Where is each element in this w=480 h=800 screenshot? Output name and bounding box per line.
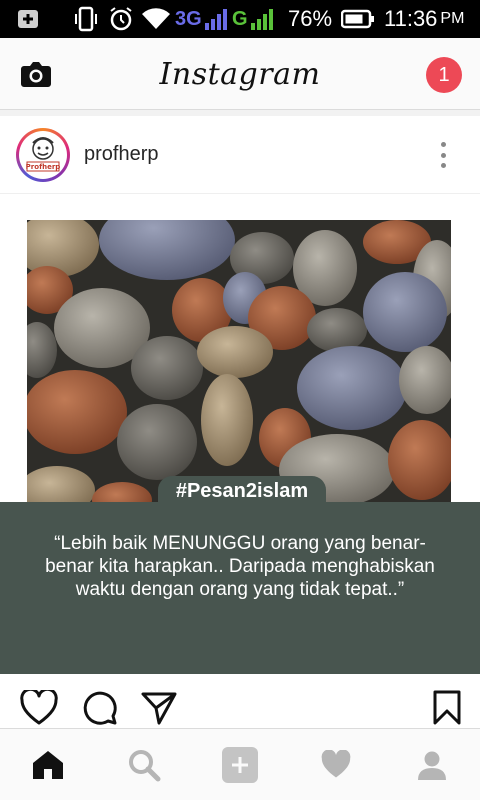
heart-icon	[20, 687, 58, 725]
activity-icon	[321, 750, 351, 778]
nav-add[interactable]	[220, 745, 260, 785]
status-bar: 3G G 76% 11:36 PM	[0, 0, 480, 38]
notification-badge[interactable]: 1	[426, 57, 462, 93]
post-image[interactable]: #Pesan2islam “Lebih baik MENUNGGU orang …	[0, 194, 480, 674]
more-options-button[interactable]	[436, 138, 450, 172]
bookmark-icon	[433, 690, 461, 725]
nav-search[interactable]	[124, 745, 164, 785]
wifi-icon	[141, 0, 171, 38]
share-icon	[141, 692, 177, 725]
network-g-label: G	[232, 7, 248, 30]
battery-percent: 76%	[288, 6, 333, 31]
signal-bars-3g-icon	[204, 9, 227, 30]
post-header: Profherp profherp	[0, 116, 480, 194]
profile-icon	[418, 751, 446, 780]
instagram-logo: Instagram	[159, 56, 321, 92]
vibrate-icon	[74, 0, 98, 38]
nav-home[interactable]	[28, 745, 68, 785]
bookmark-button[interactable]	[432, 690, 472, 730]
signal-bars-g-icon	[250, 9, 273, 30]
clock-time: 11:36	[384, 6, 438, 31]
add-icon	[222, 747, 258, 783]
nav-activity[interactable]	[316, 745, 356, 785]
alarm-icon	[108, 0, 134, 38]
keyboard-notification-icon	[16, 0, 40, 38]
avatar-text: Profherp	[26, 163, 61, 171]
network-3g-label: 3G	[175, 7, 202, 30]
avatar[interactable]: Profherp	[16, 128, 70, 182]
post-actions	[0, 674, 480, 728]
like-button[interactable]	[20, 687, 60, 730]
more-vertical-icon	[440, 142, 446, 147]
clock-ampm: PM	[440, 10, 465, 27]
battery-icon	[341, 0, 375, 38]
home-icon	[33, 751, 63, 779]
signal-g: G	[232, 0, 274, 38]
bottom-navigation	[0, 728, 480, 800]
quote-text: “Lebih baik MENUNGGU orang yang benar-be…	[45, 533, 435, 600]
comment-button[interactable]	[82, 690, 122, 730]
nav-profile[interactable]	[412, 745, 452, 785]
app-header: Instagram 1	[0, 38, 480, 110]
comment-icon	[83, 691, 117, 725]
rocks-photo	[27, 220, 451, 502]
share-button[interactable]	[140, 690, 180, 730]
search-icon	[129, 750, 161, 782]
avatar-image: Profherp	[26, 137, 61, 172]
post-username[interactable]: profherp	[84, 143, 159, 166]
signal-3g: 3G	[175, 0, 228, 38]
